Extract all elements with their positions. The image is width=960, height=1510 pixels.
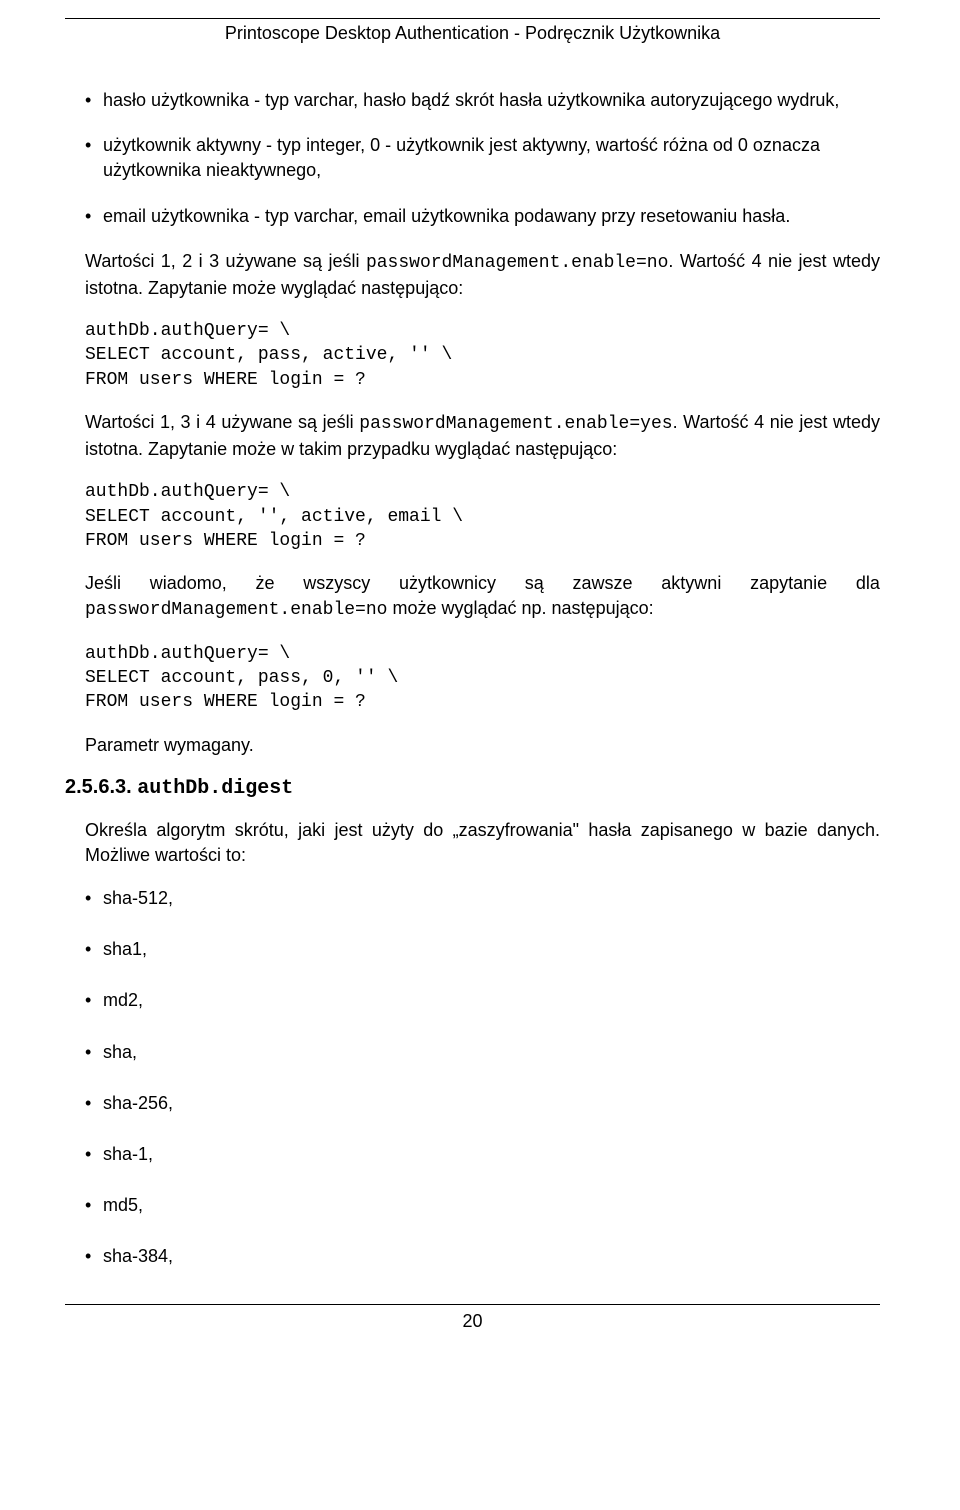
list-item: email użytkownika - typ varchar, email u… (85, 204, 880, 229)
page-header-title: Printoscope Desktop Authentication - Pod… (65, 23, 880, 44)
inline-code: passwordManagement.enable=no (85, 600, 387, 620)
code-block: authDb.authQuery= \ SELECT account, '', … (65, 480, 880, 553)
list-item: sha-1, (85, 1142, 880, 1167)
inline-code: passwordManagement.enable=yes (359, 414, 672, 434)
list-item: sha1, (85, 937, 880, 962)
paragraph: Parametr wymagany. (65, 733, 880, 758)
list-item: sha-256, (85, 1091, 880, 1116)
paragraph: passwordManagement.enable=no może wygląd… (65, 596, 880, 623)
section-heading: 2.5.6.3. authDb.digest (65, 776, 880, 800)
list-item: sha, (85, 1040, 880, 1065)
algorithm-list: sha-512, sha1, md2, sha, sha-256, sha-1,… (65, 886, 880, 1270)
justified-line: Jeśliwiadomo,żewszyscyużytkownicysązawsz… (65, 571, 880, 596)
list-item: sha-512, (85, 886, 880, 911)
paragraph: Wartości 1, 3 i 4 używane są jeśli passw… (65, 410, 880, 462)
list-item: hasło użytkownika - typ varchar, hasło b… (85, 88, 880, 113)
code-block: authDb.authQuery= \ SELECT account, pass… (65, 642, 880, 715)
page-number: 20 (65, 1311, 880, 1332)
code-block: authDb.authQuery= \ SELECT account, pass… (65, 319, 880, 392)
list-item: md2, (85, 988, 880, 1013)
inline-code: passwordManagement.enable=no (366, 253, 668, 273)
list-item: md5, (85, 1193, 880, 1218)
list-item: użytkownik aktywny - typ integer, 0 - uż… (85, 133, 880, 183)
list-item: sha-384, (85, 1244, 880, 1269)
field-definitions-list: hasło użytkownika - typ varchar, hasło b… (65, 88, 880, 229)
paragraph: Wartości 1, 2 i 3 używane są jeśli passw… (65, 249, 880, 301)
paragraph: Określa algorytm skrótu, jaki jest użyty… (65, 818, 880, 868)
